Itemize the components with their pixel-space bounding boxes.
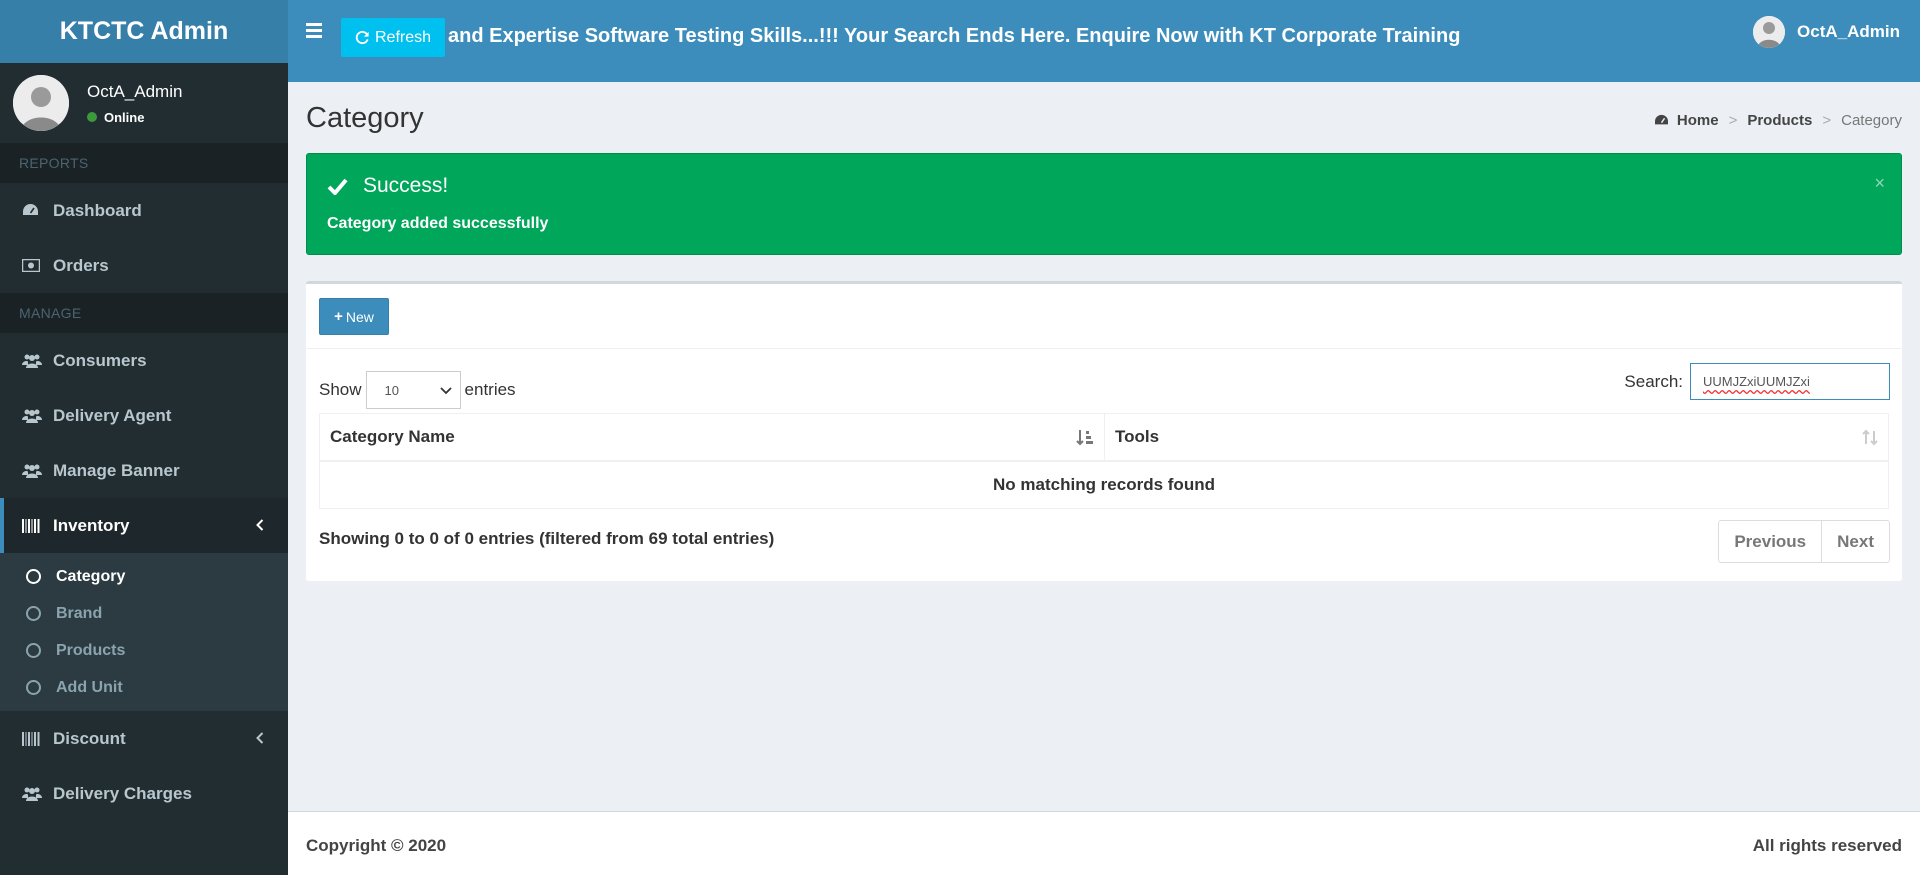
circle-icon xyxy=(26,606,41,621)
circle-icon xyxy=(26,569,41,584)
user-panel: OctA_Admin Online xyxy=(0,63,288,143)
table-header: Category Name Tools xyxy=(320,414,1888,462)
previous-button[interactable]: Previous xyxy=(1719,521,1821,562)
table-info: Showing 0 to 0 of 0 entries (filtered fr… xyxy=(319,529,775,548)
app-logo[interactable]: KTCTC Admin xyxy=(0,0,288,63)
check-icon xyxy=(327,178,348,195)
menu-header-reports: REPORTS xyxy=(0,143,288,183)
sidebar-item-discount[interactable]: Discount xyxy=(0,711,288,766)
sidebar-item-label: Delivery Charges xyxy=(53,783,192,803)
footer: Copyright © 2020 All rights reserved xyxy=(288,811,1920,875)
show-label: Show xyxy=(319,380,362,399)
breadcrumb-home[interactable]: Home xyxy=(1654,112,1719,129)
sidebar-item-label: Discount xyxy=(53,728,126,748)
inventory-submenu: Category Brand Products Add Unit xyxy=(0,553,288,711)
sidebar-item-label: Consumers xyxy=(53,350,147,370)
success-alert: Success! Category added successfully × xyxy=(306,153,1902,255)
sidebar-item-manage-banner[interactable]: Manage Banner xyxy=(0,443,288,498)
sidebar-subitem-category[interactable]: Category xyxy=(0,558,288,595)
marquee-text: and Expertise Software Testing Skills...… xyxy=(448,25,1461,47)
breadcrumb-products[interactable]: Products xyxy=(1747,112,1812,129)
new-button[interactable]: + New xyxy=(319,298,389,335)
online-dot-icon xyxy=(87,112,97,122)
user-status-label: Online xyxy=(104,109,145,125)
entries-select-value: 10 xyxy=(384,382,399,398)
sidebar-item-consumers[interactable]: Consumers xyxy=(0,333,288,388)
sidebar-item-delivery-agent[interactable]: Delivery Agent xyxy=(0,388,288,443)
sidebar-item-label: Inventory xyxy=(53,515,130,535)
chevron-left-icon xyxy=(256,729,264,749)
alert-title-text: Success! xyxy=(363,174,449,197)
sidebar-subitem-label: Brand xyxy=(56,604,103,622)
pagination: Previous Next xyxy=(1718,520,1890,563)
circle-icon xyxy=(26,643,41,658)
breadcrumb: Home > Products > Category xyxy=(1654,112,1902,129)
sort-asc-icon xyxy=(1076,429,1094,451)
sidebar: KTCTC Admin OctA_Admin Online REPORTS Da… xyxy=(0,0,288,875)
column-header-tools[interactable]: Tools xyxy=(1105,414,1888,460)
new-button-label: New xyxy=(345,308,374,325)
hamburger-menu-icon[interactable] xyxy=(306,23,322,38)
refresh-button[interactable]: Refresh xyxy=(341,18,445,57)
sidebar-subitem-label: Category xyxy=(56,567,126,585)
user-menu[interactable]: OctA_Admin xyxy=(1753,16,1900,48)
sidebar-item-label: Delivery Agent xyxy=(53,405,172,425)
refresh-icon xyxy=(355,31,369,44)
sidebar-subitem-add-unit[interactable]: Add Unit xyxy=(0,669,288,706)
dashboard-icon xyxy=(1654,114,1668,125)
next-button[interactable]: Next xyxy=(1821,521,1889,562)
sidebar-item-label: Dashboard xyxy=(53,200,142,220)
copyright-text: Copyright © 2020 xyxy=(306,836,447,855)
category-box: + New Show 10 entries Search: UUMJZxiUUM… xyxy=(306,281,1902,581)
breadcrumb-home-label: Home xyxy=(1676,112,1719,129)
top-navbar: Refresh and Expertise Software Testing S… xyxy=(288,0,1920,82)
sidebar-item-label: Manage Banner xyxy=(53,460,180,480)
plus-icon: + xyxy=(334,308,343,325)
breadcrumb-current: Category xyxy=(1841,112,1902,129)
sidebar-subitem-label: Products xyxy=(56,641,126,659)
page-title: Category xyxy=(306,102,424,134)
users-icon xyxy=(22,408,44,423)
alert-title: Success! xyxy=(327,174,448,198)
user-status: Online xyxy=(87,110,182,125)
barcode-icon xyxy=(22,731,44,746)
entries-select[interactable]: 10 xyxy=(365,371,461,409)
entries-label: entries xyxy=(464,380,516,399)
sidebar-item-dashboard[interactable]: Dashboard xyxy=(0,183,288,238)
search-label: Search: xyxy=(1624,371,1683,391)
money-icon xyxy=(22,259,44,272)
column-header-category-name[interactable]: Category Name xyxy=(320,414,1105,460)
circle-icon xyxy=(26,680,41,695)
chevron-left-icon xyxy=(256,516,264,536)
sidebar-item-label: Orders xyxy=(53,255,109,275)
chevron-down-icon xyxy=(439,387,452,395)
category-table: Category Name Tools No matching records … xyxy=(319,413,1889,509)
search-input[interactable]: UUMJZxiUUMJZxi xyxy=(1690,363,1890,400)
table-search: Search: UUMJZxiUUMJZxi xyxy=(1624,363,1890,400)
avatar xyxy=(13,75,69,131)
alert-message: Category added successfully xyxy=(327,215,549,232)
sidebar-item-orders[interactable]: Orders xyxy=(0,238,288,293)
user-name: OctA_Admin xyxy=(87,81,183,101)
sort-both-icon xyxy=(1862,429,1878,451)
search-input-value: UUMJZxiUUMJZxi xyxy=(1703,374,1810,389)
barcode-icon xyxy=(22,518,44,533)
sidebar-subitem-label: Add Unit xyxy=(56,678,123,696)
sidebar-item-delivery-charges[interactable]: Delivery Charges xyxy=(0,766,288,821)
users-icon xyxy=(22,786,44,801)
rights-text: All rights reserved xyxy=(1752,836,1902,855)
refresh-label: Refresh xyxy=(374,28,432,46)
table-row-empty: No matching records found xyxy=(320,462,1888,508)
entries-length-control: Show 10 entries xyxy=(319,371,516,409)
sidebar-item-inventory[interactable]: Inventory xyxy=(0,498,288,553)
users-icon xyxy=(22,353,44,368)
close-icon[interactable]: × xyxy=(1874,173,1885,194)
avatar xyxy=(1753,16,1786,48)
users-icon xyxy=(22,463,44,478)
menu-header-manage: MANAGE xyxy=(0,293,288,333)
sidebar-subitem-products[interactable]: Products xyxy=(0,632,288,669)
user-menu-name: OctA_Admin xyxy=(1797,22,1900,41)
dashboard-icon xyxy=(22,203,44,218)
sidebar-subitem-brand[interactable]: Brand xyxy=(0,595,288,632)
